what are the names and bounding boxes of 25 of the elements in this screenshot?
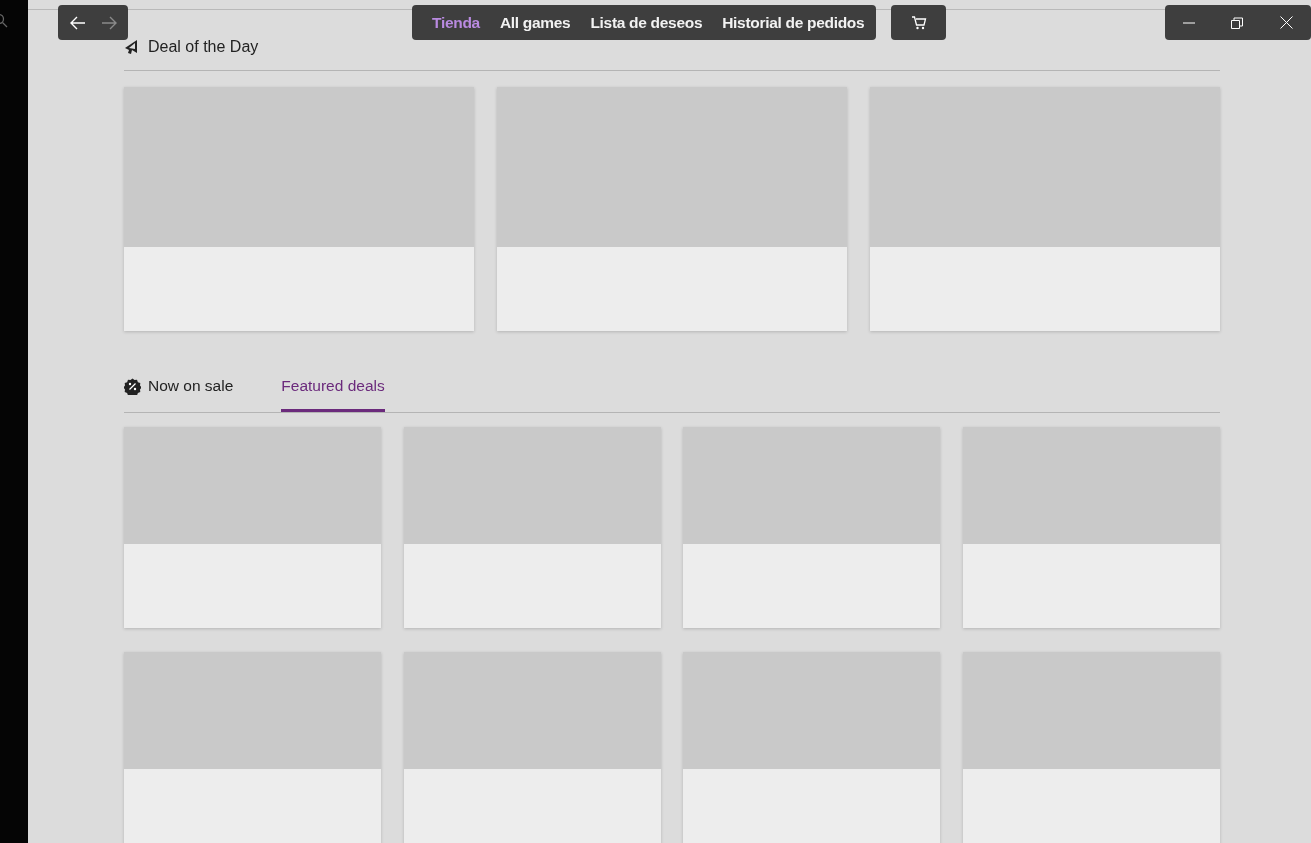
close-icon [1279,16,1293,29]
section-tab[interactable]: Featured deals [281,377,385,412]
game-card-placeholder[interactable] [403,427,661,628]
deal-card-placeholder[interactable] [497,87,847,331]
close-button[interactable] [1277,14,1295,31]
game-card-placeholder[interactable] [124,652,381,843]
restore-icon [1231,16,1244,29]
percent-badge-icon [124,377,141,395]
deal-card-placeholder[interactable] [870,87,1220,331]
game-card-placeholder[interactable] [683,427,941,628]
section-title: Deal of the Day [148,38,259,56]
section-tab[interactable]: Now on sale [124,377,234,412]
cart-icon [910,14,927,31]
game-card-placeholder[interactable] [124,427,381,628]
nav-tab[interactable]: All games [499,13,571,32]
restore-button[interactable] [1229,14,1246,31]
game-card-placeholder[interactable] [962,427,1220,628]
deal-card-placeholder[interactable] [124,87,474,331]
nav-tab[interactable]: Lista de deseos [590,13,703,32]
nav-tab[interactable]: Historial de pedidos [722,13,865,32]
game-card-placeholder[interactable] [403,652,661,843]
game-card-placeholder[interactable] [683,652,941,843]
cart-button[interactable] [891,5,946,40]
nav-tab[interactable]: Tienda [432,13,480,32]
game-card-placeholder[interactable] [962,652,1220,843]
